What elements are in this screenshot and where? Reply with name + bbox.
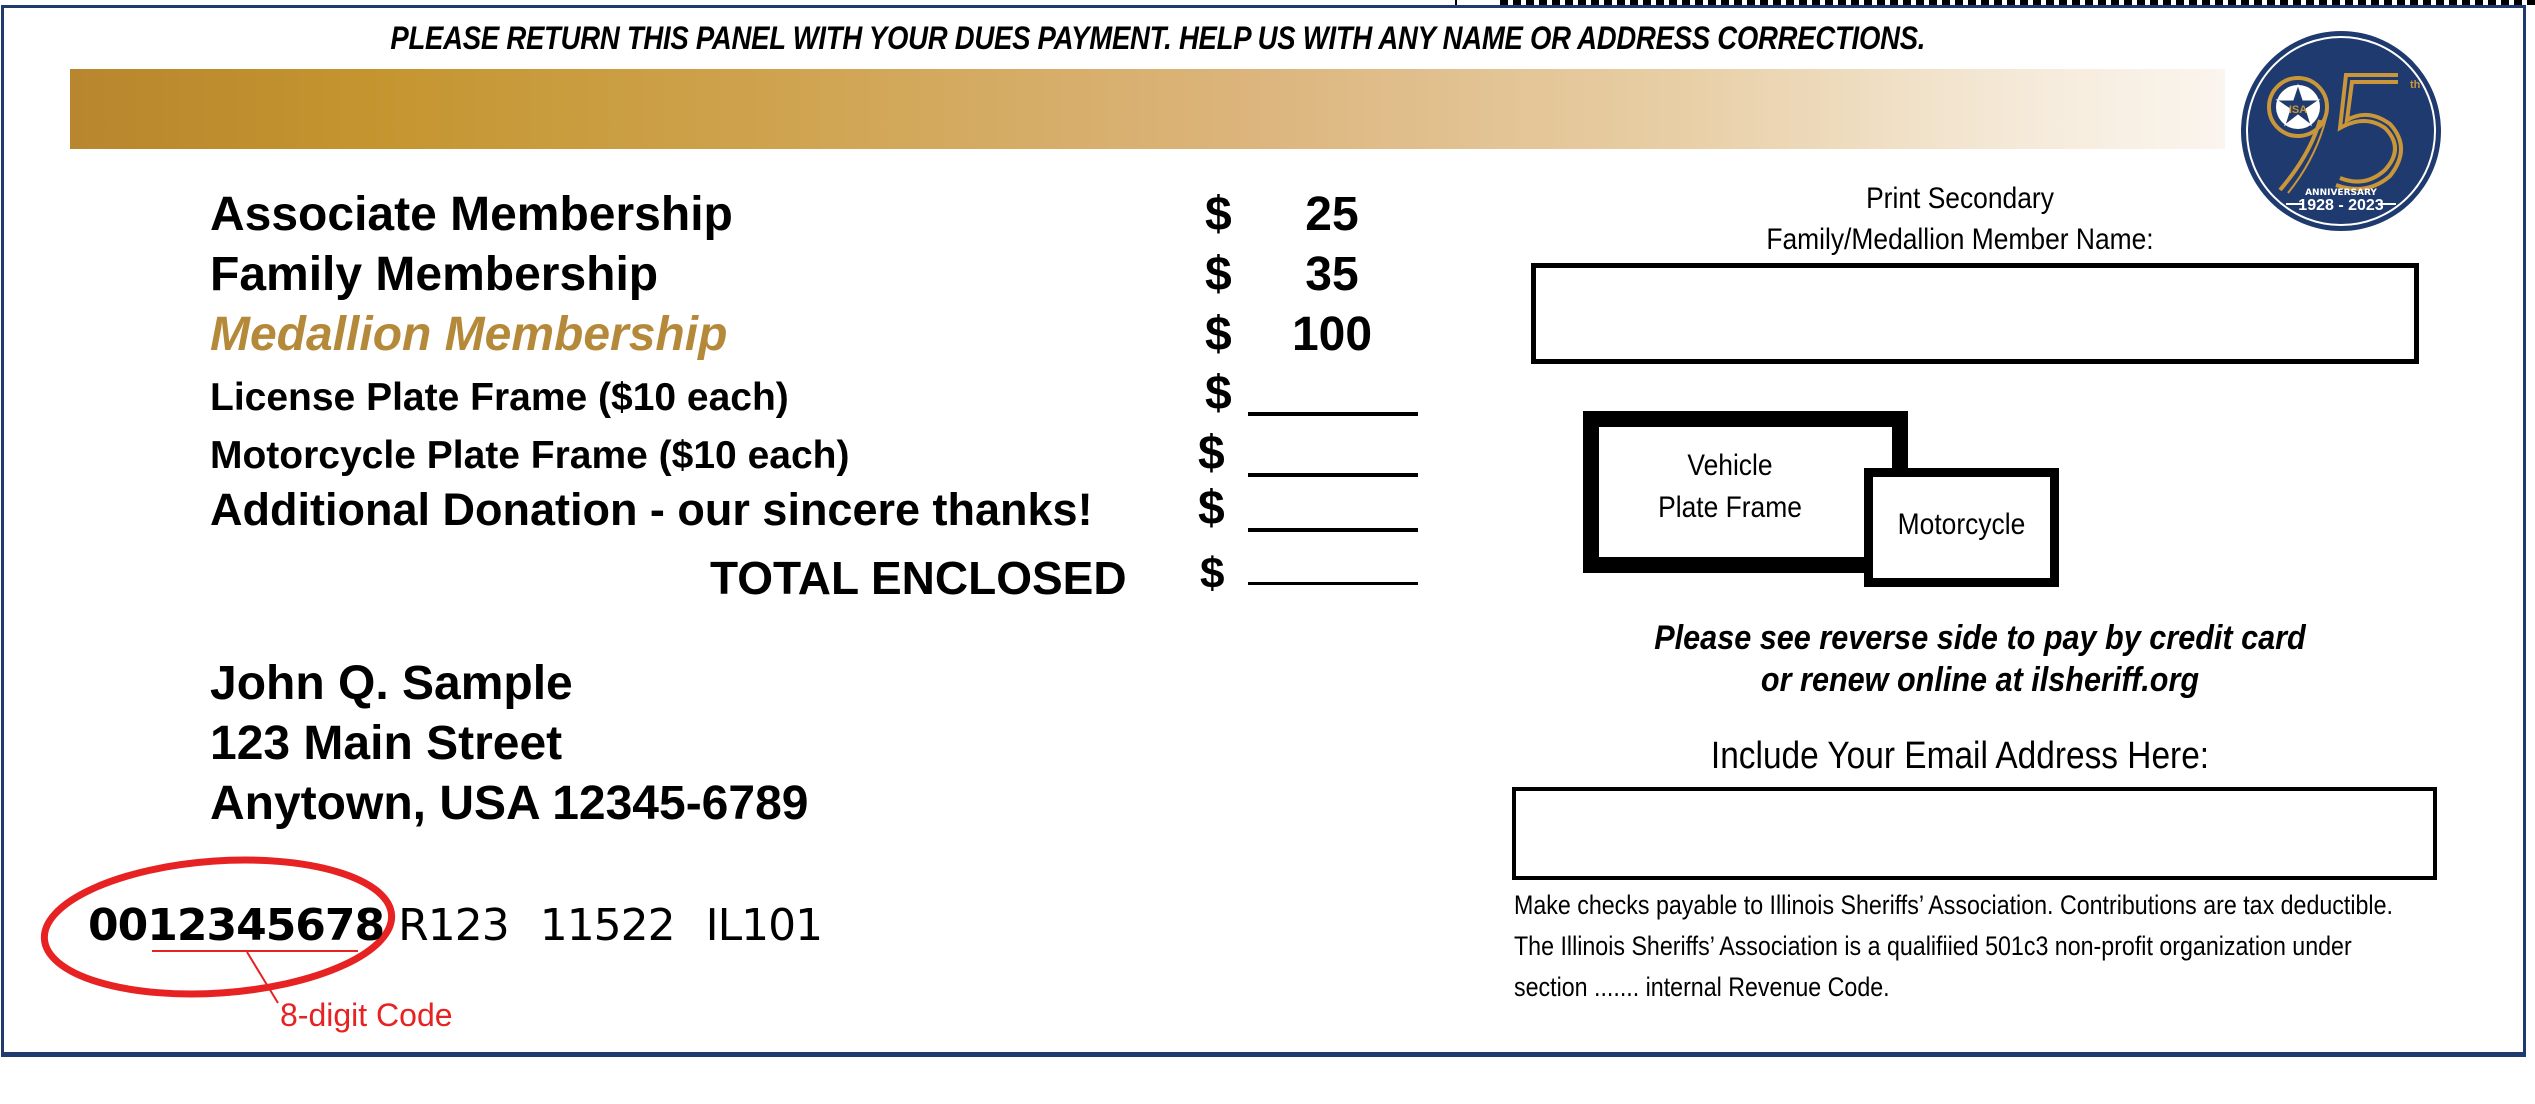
- email-label: Include Your Email Address Here:: [1710, 735, 2210, 777]
- total-enclosed-label: TOTAL ENCLOSED: [710, 552, 1127, 604]
- address-city: Anytown, USA 12345-6789: [210, 777, 809, 830]
- legal-line3: section ....... internal Revenue Code.: [1514, 972, 1890, 1002]
- license-frame-amount-blank[interactable]: [1248, 412, 1418, 416]
- email-address-field[interactable]: [1512, 787, 2437, 880]
- legal-line2: The Illinois Sheriffs’ Association is a …: [1514, 931, 2352, 961]
- member-code: 0012345678: [88, 900, 385, 951]
- dollar-sign: $: [1205, 367, 1232, 420]
- dollar-sign: $: [1198, 427, 1225, 480]
- secondary-member-label-line2: Family/Medallion Member Name:: [1766, 223, 2154, 256]
- credit-note-line1: Please see reverse side to pay by credit…: [1654, 619, 2306, 657]
- code-annotation-label: 8-digit Code: [280, 997, 453, 1033]
- dollar-sign: $: [1200, 549, 1225, 598]
- secondary-member-name-field[interactable]: [1531, 263, 2419, 364]
- member-code-line: 0012345678 R123 11522 IL101: [88, 900, 823, 951]
- badge-letters: ISA: [2289, 104, 2307, 116]
- dollar-sign: $: [1205, 188, 1232, 241]
- amount-associate: 25: [1305, 188, 1359, 241]
- vehicle-plate-frame-label: Vehicle Plate Frame: [1616, 445, 1845, 529]
- dollar-sign: $: [1205, 248, 1232, 301]
- fee-label-motorcycle-frame: Motorcycle Plate Frame ($10 each): [210, 434, 850, 477]
- fee-label-medallion: Medallion Membership: [210, 308, 728, 361]
- return-instruction: PLEASE RETURN THIS PANEL WITH YOUR DUES …: [390, 20, 1926, 56]
- seal-suffix: th: [2410, 79, 2421, 91]
- vehicle-label-line2: Plate Frame: [1658, 491, 1802, 524]
- donation-amount-blank[interactable]: [1248, 528, 1418, 532]
- gold-banner: [70, 69, 2225, 149]
- amount-family: 35: [1305, 248, 1359, 301]
- legal-notice: Make checks payable to Illinois Sheriffs…: [1514, 885, 2393, 1008]
- dollar-sign: $: [1198, 482, 1225, 535]
- secondary-member-label-line1: Print Secondary: [1866, 182, 2054, 215]
- fee-label-license-frame: License Plate Frame ($10 each): [210, 376, 789, 419]
- motorcycle-plate-frame-label: Motorcycle: [1897, 508, 2026, 541]
- legal-line1: Make checks payable to Illinois Sheriffs…: [1514, 890, 2393, 920]
- member-code-suffix: R123 11522 IL101: [398, 900, 823, 951]
- dollar-sign: $: [1205, 308, 1232, 361]
- credit-card-note: Please see reverse side to pay by credit…: [1575, 617, 2385, 701]
- vehicle-label-line1: Vehicle: [1687, 449, 1773, 482]
- amount-medallion: 100: [1291, 308, 1373, 361]
- total-amount-blank[interactable]: [1248, 582, 1418, 585]
- address-name: John Q. Sample: [210, 657, 573, 710]
- fee-label-family: Family Membership: [210, 248, 659, 301]
- fee-label-associate: Associate Membership: [210, 188, 733, 241]
- motorcycle-frame-amount-blank[interactable]: [1248, 473, 1418, 477]
- credit-note-line2: or renew online at ilsheriff.org: [1760, 661, 2200, 699]
- address-street: 123 Main Street: [210, 717, 563, 770]
- fee-label-donation: Additional Donation - our sincere thanks…: [210, 484, 1093, 535]
